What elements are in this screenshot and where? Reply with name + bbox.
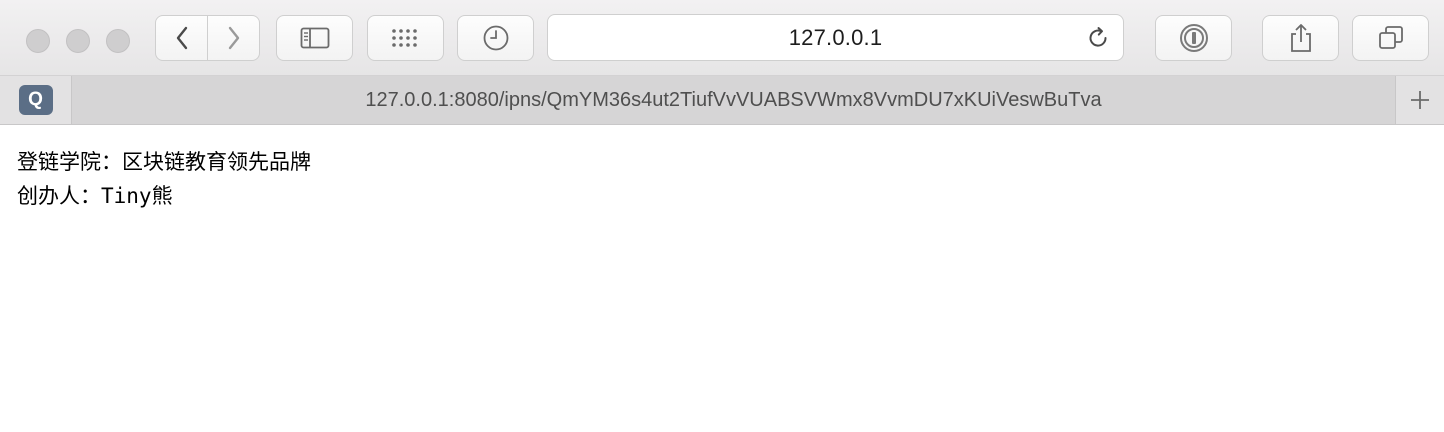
1password-icon	[1179, 24, 1208, 52]
tab-title: 127.0.0.1:8080/ipns/QmYM36s4ut2TiufVvVUA…	[365, 88, 1102, 111]
zoom-window-button[interactable]	[106, 29, 130, 53]
top-sites-button[interactable]	[367, 15, 444, 61]
history-button[interactable]	[457, 15, 534, 61]
new-tab-button[interactable]	[1395, 76, 1444, 124]
tab-bar: Q 127.0.0.1:8080/ipns/QmYM36s4ut2TiufVvV…	[0, 76, 1444, 125]
password-manager-button[interactable]	[1155, 15, 1232, 61]
share-icon	[1290, 24, 1311, 52]
chevron-right-icon	[228, 26, 239, 50]
grid-icon	[391, 29, 417, 47]
chevron-left-icon	[176, 26, 187, 50]
pinned-tab[interactable]: Q	[0, 76, 72, 124]
address-text: 127.0.0.1	[788, 24, 883, 50]
tab-overview-button[interactable]	[1352, 15, 1429, 61]
back-button[interactable]	[156, 16, 207, 60]
content-line-2: 创办人：Tiny熊	[17, 184, 173, 208]
address-bar[interactable]: 127.0.0.1	[547, 14, 1124, 61]
close-window-button[interactable]	[26, 29, 50, 53]
sidebar-button[interactable]	[276, 15, 353, 61]
clock-icon	[483, 25, 508, 51]
plus-icon	[1411, 91, 1429, 109]
content-line-1: 登链学院：区块链教育领先品牌	[17, 150, 311, 174]
reload-button[interactable]	[1085, 25, 1111, 56]
forward-button[interactable]	[207, 16, 259, 60]
reload-icon	[1089, 27, 1107, 47]
tab-overview-icon	[1378, 26, 1403, 49]
sidebar-icon	[300, 27, 329, 49]
active-tab[interactable]: 127.0.0.1:8080/ipns/QmYM36s4ut2TiufVvVUA…	[72, 76, 1395, 124]
favicon-q: Q	[18, 85, 53, 115]
browser-toolbar: 127.0.0.1	[0, 0, 1444, 76]
minimize-window-button[interactable]	[66, 29, 90, 53]
share-button[interactable]	[1262, 15, 1339, 61]
navigation-buttons	[155, 15, 260, 61]
page-content: 登链学院：区块链教育领先品牌 创办人：Tiny熊	[17, 145, 311, 213]
